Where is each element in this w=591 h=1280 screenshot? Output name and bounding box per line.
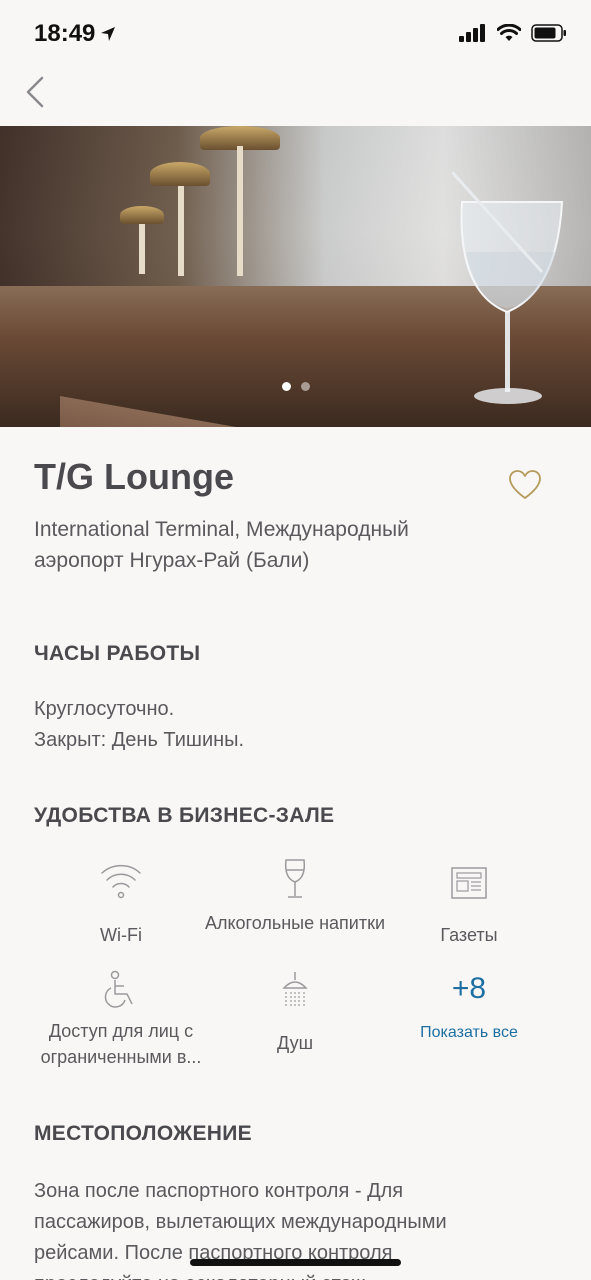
amenity-label: Газеты [440, 925, 498, 945]
status-time: 18:49 [34, 20, 96, 47]
wheelchair-icon [26, 966, 216, 1010]
lamp-stem [237, 146, 243, 276]
show-all-amenities[interactable]: +8 Показать все [374, 972, 564, 1042]
location-title: МЕСТОПОЛОЖЕНИЕ [34, 1122, 252, 1145]
wifi-icon [26, 856, 216, 900]
amenity-label: Wi-Fi [100, 925, 142, 945]
amenities-title: УДОБСТВА В БИЗНЕС-ЗАЛЕ [34, 804, 335, 827]
favorite-button[interactable] [508, 468, 542, 502]
hours-line-2: Закрыт: День Тишины. [34, 729, 245, 751]
signal-icon [459, 24, 487, 47]
lamp-stem [178, 186, 184, 276]
newspaper-icon [374, 856, 564, 900]
amenity-label: Доступ для лиц с ограниченными в... [40, 1021, 202, 1067]
shower-icon [200, 966, 390, 1010]
lamp-stem [139, 224, 145, 274]
chevron-left-icon [26, 76, 44, 108]
wine-glass-photo [452, 172, 564, 404]
hours-line-1: Круглосуточно. [34, 698, 175, 720]
amenity-label: Душ [276, 1033, 314, 1053]
back-button[interactable] [22, 74, 52, 114]
amenity-wifi[interactable]: Wi-Fi [26, 856, 216, 948]
status-bar: 18:49 [0, 0, 591, 70]
amenity-shower[interactable]: Душ [200, 966, 390, 1056]
lamp-shade [150, 162, 210, 186]
show-all-link[interactable]: Показать все [374, 1024, 564, 1042]
amenity-newspapers[interactable]: Газеты [374, 856, 564, 948]
lounge-photo-carousel[interactable] [0, 126, 591, 427]
lounge-name: T/G Lounge [34, 456, 234, 497]
heart-outline-icon [509, 470, 541, 499]
pager-dot-active[interactable] [281, 382, 291, 391]
location-arrow-icon [100, 26, 116, 47]
more-amenities-count: +8 [451, 972, 487, 1005]
lounge-location: International Terminal, Международный аэ… [34, 518, 409, 572]
wine-glass-icon [200, 856, 390, 900]
amenity-label: Алкогольные напитки [204, 913, 386, 933]
amenity-accessibility[interactable]: Доступ для лиц с ограниченными в... [26, 966, 216, 1070]
pager-dot[interactable] [300, 382, 310, 391]
hours-title: ЧАСЫ РАБОТЫ [34, 642, 201, 665]
battery-icon [531, 24, 567, 47]
amenity-alcohol[interactable]: Алкогольные напитки [200, 856, 390, 936]
home-indicator[interactable] [190, 1259, 401, 1266]
lamp-shade [120, 206, 164, 224]
hours-text: Круглосуточно. Закрыт: День Тишины. [34, 694, 554, 756]
carousel-pager [0, 382, 591, 391]
wifi-icon [496, 23, 522, 47]
